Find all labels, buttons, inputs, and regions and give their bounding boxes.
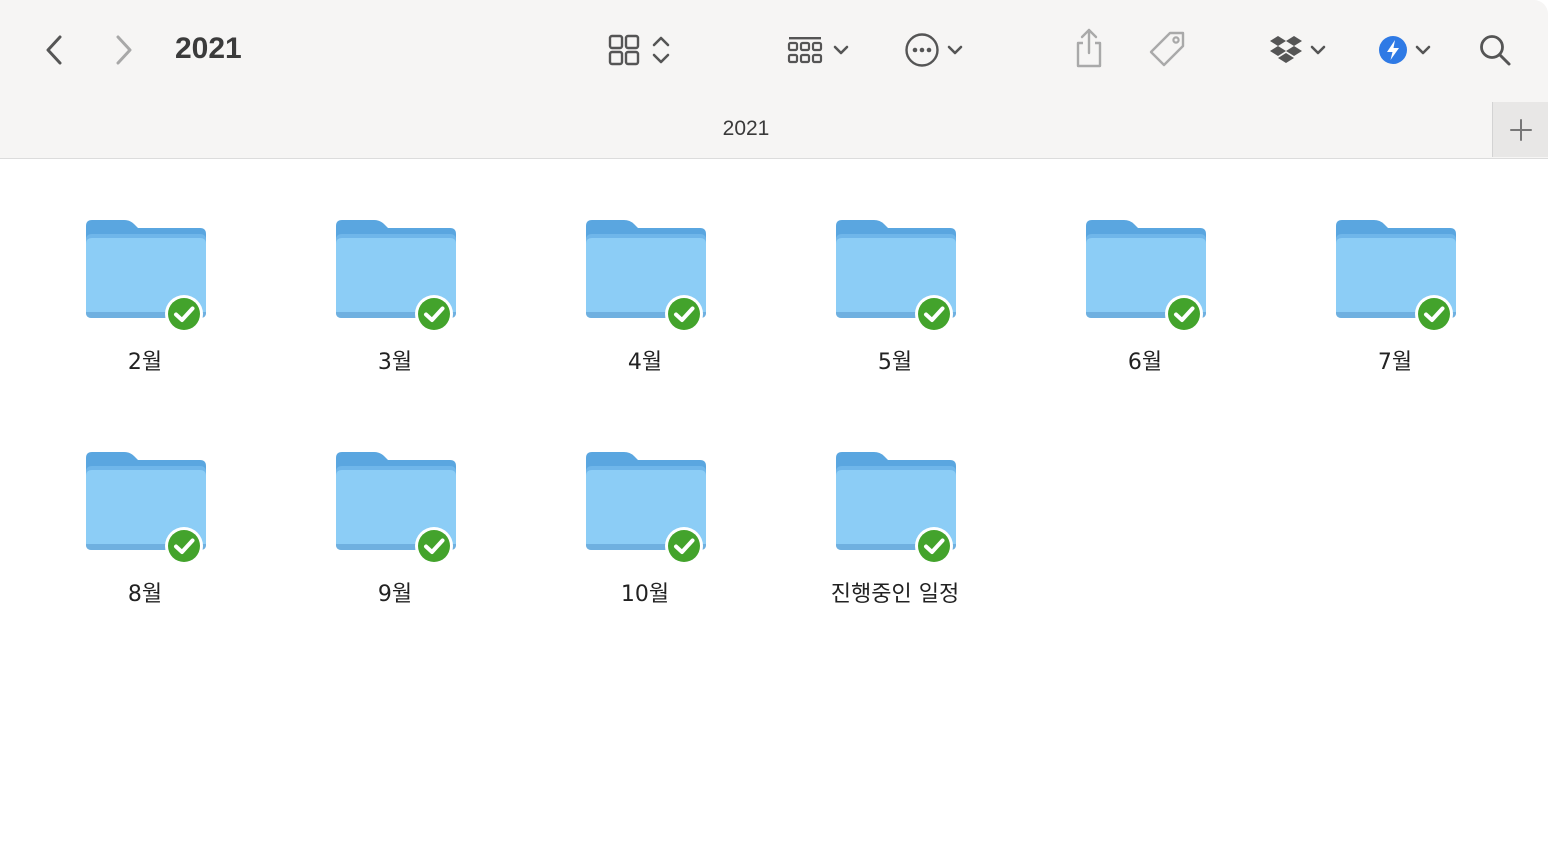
folder-item[interactable]: 4월	[520, 214, 770, 446]
share-button[interactable]	[1066, 24, 1112, 72]
window-title: 2021	[175, 32, 242, 65]
shortcut-button[interactable]	[1370, 30, 1440, 70]
folder-item[interactable]: 5월	[770, 214, 1020, 446]
folder-name: 10월	[620, 582, 670, 607]
chevron-down-icon	[1415, 45, 1431, 55]
sync-complete-icon	[415, 295, 453, 333]
chevron-down-icon	[1310, 45, 1326, 55]
sync-complete-icon	[165, 527, 203, 565]
folder-name: 8월	[127, 582, 163, 607]
chevron-left-icon	[46, 35, 62, 65]
folder-icon	[330, 446, 460, 570]
chevron-down-icon	[833, 45, 849, 55]
sync-complete-icon	[915, 295, 953, 333]
sync-complete-icon	[1415, 295, 1453, 333]
folder-name: 9월	[377, 582, 413, 607]
share-icon	[1076, 28, 1102, 68]
folder-icon	[80, 446, 210, 570]
plus-icon	[1509, 118, 1532, 141]
search-button[interactable]	[1472, 28, 1518, 72]
folder-icon	[330, 214, 460, 338]
folder-name: 5월	[877, 350, 913, 375]
folder-icon	[580, 446, 710, 570]
chevron-updown-icon	[652, 36, 670, 64]
folder-item[interactable]: 진행중인 일정	[770, 446, 1020, 678]
sync-complete-icon	[1165, 295, 1203, 333]
folder-item[interactable]: 6월	[1020, 214, 1270, 446]
folder-name: 6월	[1127, 350, 1163, 375]
tab-2021[interactable]: 2021	[0, 100, 1492, 158]
bolt-circle-icon	[1379, 36, 1407, 64]
dropbox-button[interactable]	[1262, 30, 1334, 70]
folder-item[interactable]: 9월	[270, 446, 520, 678]
folder-icon	[1330, 214, 1460, 338]
sync-complete-icon	[915, 527, 953, 565]
finder-window: 2021 2021 2월 3월 4월 5월 6월 7월 8월 9월 10월 진행…	[0, 0, 1548, 866]
folder-grid: 2월 3월 4월 5월 6월 7월 8월 9월 10월 진행중인 일정	[20, 214, 1520, 678]
search-icon	[1480, 35, 1511, 66]
folder-icon	[830, 446, 960, 570]
toolbar: 2021	[0, 0, 1548, 100]
dropbox-icon	[1270, 36, 1302, 63]
tag-icon	[1149, 31, 1185, 67]
sync-complete-icon	[665, 527, 703, 565]
grid-view-icon	[608, 34, 640, 66]
chevron-right-icon	[116, 35, 132, 65]
action-menu-button[interactable]	[896, 28, 972, 72]
folder-item[interactable]: 2월	[20, 214, 270, 446]
group-by-icon	[787, 37, 823, 64]
forward-button[interactable]	[106, 30, 142, 70]
folder-item[interactable]: 8월	[20, 446, 270, 678]
sync-complete-icon	[415, 527, 453, 565]
folder-item[interactable]: 7월	[1270, 214, 1520, 446]
folder-name: 3월	[377, 350, 413, 375]
ellipsis-circle-icon	[905, 33, 939, 67]
new-tab-button[interactable]	[1492, 102, 1548, 157]
folder-item[interactable]: 3월	[270, 214, 520, 446]
view-mode-button[interactable]	[600, 28, 680, 72]
folder-icon	[830, 214, 960, 338]
folder-icon	[80, 214, 210, 338]
folder-name: 진행중인 일정	[830, 582, 960, 607]
tab-bar: 2021	[0, 100, 1548, 159]
folder-icon	[580, 214, 710, 338]
folder-item[interactable]: 10월	[520, 446, 770, 678]
group-by-button[interactable]	[778, 28, 858, 72]
folder-name: 4월	[627, 350, 663, 375]
back-button[interactable]	[36, 30, 72, 70]
chevron-down-icon	[947, 45, 963, 55]
sync-complete-icon	[665, 295, 703, 333]
folder-icon	[1080, 214, 1210, 338]
sync-complete-icon	[165, 295, 203, 333]
tag-button[interactable]	[1142, 26, 1192, 72]
folder-name: 7월	[1377, 350, 1413, 375]
folder-name: 2월	[127, 350, 163, 375]
file-browser-area: 2월 3월 4월 5월 6월 7월 8월 9월 10월 진행중인 일정	[0, 159, 1548, 866]
